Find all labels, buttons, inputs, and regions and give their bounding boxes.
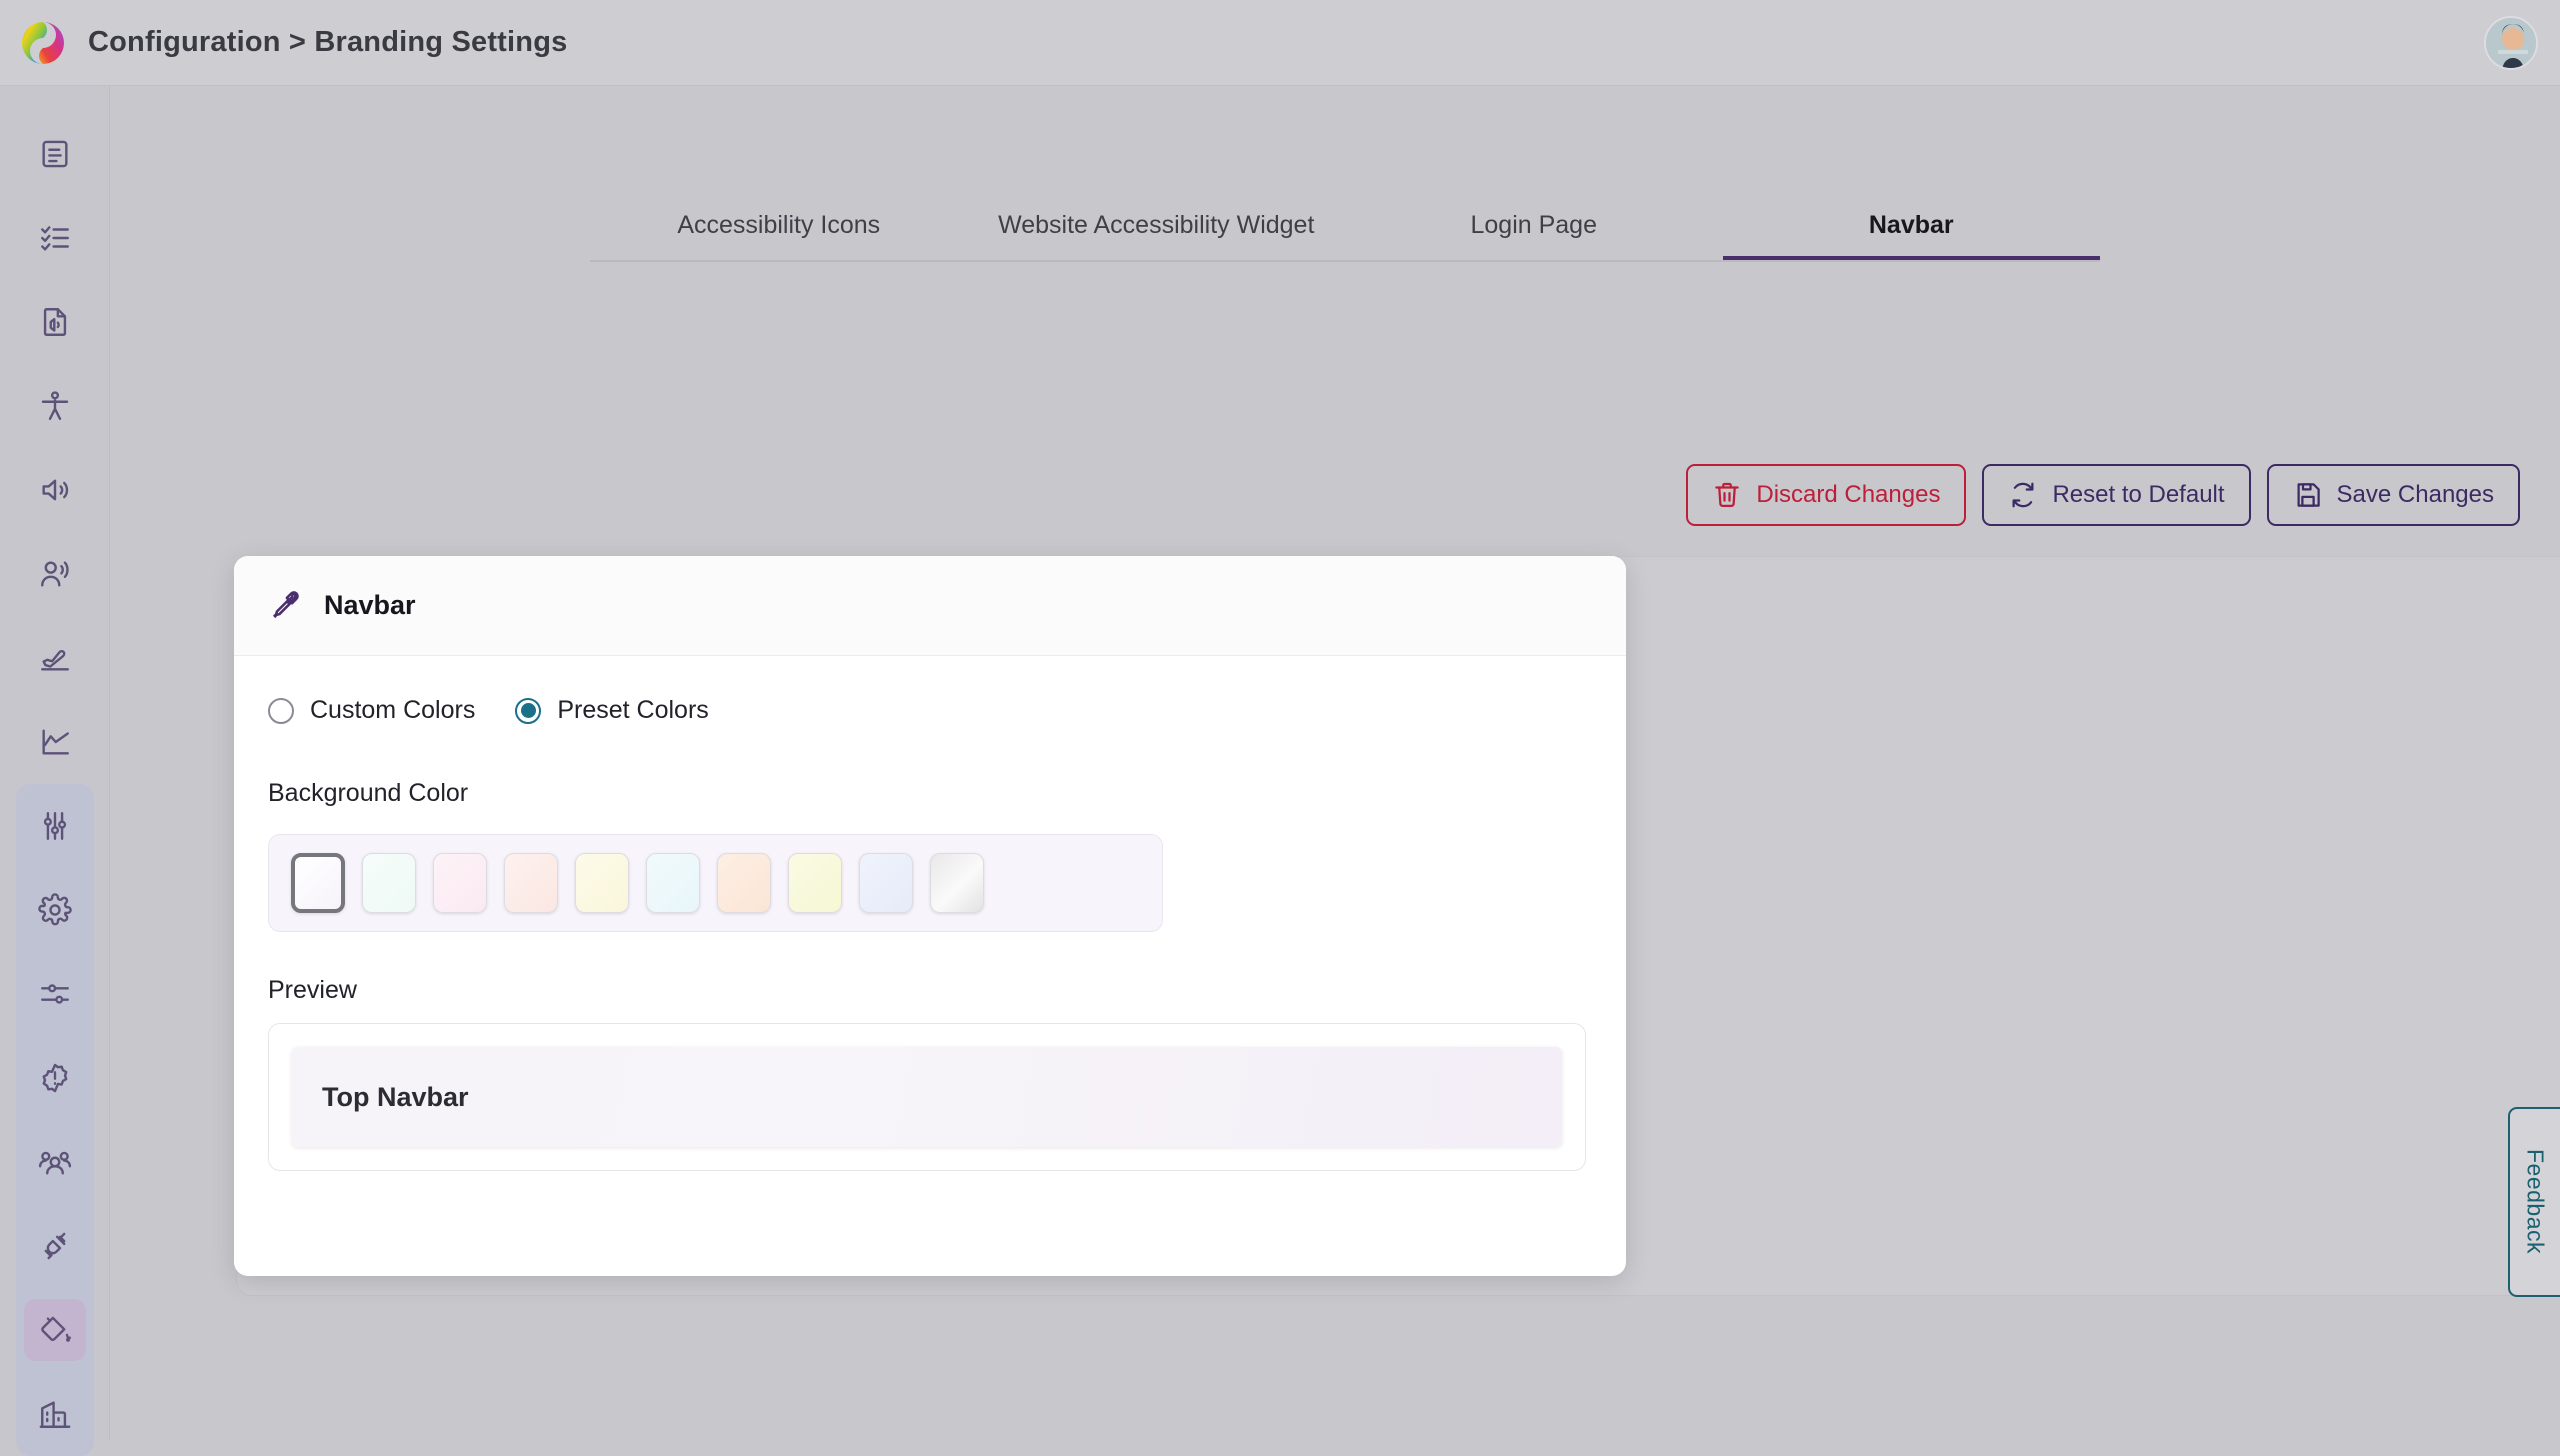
swatch-pale-yellow[interactable]: [788, 853, 842, 913]
breadcrumb: Configuration > Branding Settings: [88, 26, 568, 58]
tab-login-page[interactable]: Login Page: [1345, 211, 1723, 260]
building-icon: [39, 1401, 70, 1428]
audio-file-icon: [43, 308, 66, 336]
sidebar-item-voice[interactable]: [24, 543, 86, 605]
feedback-tab[interactable]: Feedback: [2508, 1107, 2560, 1297]
eyedropper-icon: [273, 590, 299, 618]
sidebar-item-controls[interactable]: [24, 795, 86, 857]
airplane-takeoff-icon: [40, 650, 69, 671]
swatch-periwinkle[interactable]: [859, 853, 913, 913]
paint-bucket-icon: [40, 1316, 71, 1342]
sidebar-item-audio[interactable]: [24, 459, 86, 521]
sidebar-item-settings[interactable]: [24, 879, 86, 941]
swatch-mint[interactable]: [362, 853, 416, 913]
radio-preset-colors-dot: [515, 697, 542, 724]
sidebar-item-audio-files[interactable]: [24, 291, 86, 353]
card-body: Custom Colors Preset Colors Background C…: [234, 656, 1626, 1171]
navbar-settings-card: Navbar Custom Colors Preset Colors Backg…: [234, 556, 1626, 1276]
avatar[interactable]: [2484, 16, 2538, 70]
chart-line-icon: [41, 729, 69, 755]
trash-icon: [1715, 482, 1740, 508]
sidebar-item-users[interactable]: [24, 1131, 86, 1193]
preview-navbar: Top Navbar: [292, 1047, 1562, 1147]
color-mode-radio-group: Custom Colors Preset Colors: [268, 696, 1592, 725]
swatch-apricot[interactable]: [717, 853, 771, 913]
refresh-icon: [2012, 482, 2034, 508]
sliders-vertical-icon: [43, 812, 66, 840]
sidebar-item-preferences[interactable]: [24, 963, 86, 1025]
speaker-volume-icon: [41, 479, 68, 501]
save-disk-icon: [2297, 483, 2320, 507]
sidebar-item-integrations[interactable]: [24, 1215, 86, 1277]
preview-label: Preview: [268, 976, 357, 1004]
sidebar-item-branding[interactable]: [23, 1299, 86, 1361]
swatch-blush[interactable]: [504, 853, 558, 913]
main-content: Accessibility Icons Website Accessibilit…: [110, 86, 2560, 1440]
swatch-cream[interactable]: [575, 853, 629, 913]
accessibility-person-icon: [41, 391, 68, 420]
preview-container: Top Navbar: [268, 1023, 1586, 1171]
sidebar: [0, 86, 110, 1456]
swatch-white-lavender[interactable]: [291, 853, 345, 913]
save-changes-button[interactable]: Save Changes: [2266, 464, 2520, 526]
sidebar-group-primary: [16, 112, 94, 784]
discard-changes-label: Discard Changes: [1756, 481, 1941, 508]
radio-custom-colors-dot: [268, 697, 294, 724]
brand-swirl-logo[interactable]: [18, 18, 68, 68]
sidebar-group-configuration: [15, 784, 94, 1456]
swatch-ice-blue[interactable]: [646, 853, 700, 913]
feedback-label: Feedback: [2522, 1149, 2549, 1255]
save-changes-label: Save Changes: [2336, 481, 2494, 508]
tab-navbar[interactable]: Navbar: [1723, 211, 2101, 260]
sidebar-item-launch[interactable]: [24, 627, 86, 689]
radio-custom-colors[interactable]: Custom Colors: [268, 696, 475, 725]
reset-to-default-button[interactable]: Reset to Default: [1982, 464, 2251, 526]
radio-preset-colors[interactable]: Preset Colors: [515, 696, 709, 725]
tab-accessibility-icons[interactable]: Accessibility Icons: [590, 211, 968, 260]
user-avatar-photo: [2486, 18, 2536, 68]
gear-icon: [37, 893, 72, 926]
document-report-icon: [41, 140, 68, 168]
sidebar-item-analytics[interactable]: [24, 711, 86, 773]
background-color-swatch-list: [268, 834, 1163, 932]
checklist-icon: [40, 226, 69, 251]
top-bar: Configuration > Branding Settings: [0, 0, 2560, 86]
discard-changes-button[interactable]: Discard Changes: [1686, 464, 1967, 526]
sidebar-item-organization[interactable]: [24, 1383, 86, 1445]
preview-navbar-text: Top Navbar: [322, 1081, 469, 1112]
sidebar-item-tasks[interactable]: [24, 207, 86, 269]
person-speaking-icon: [40, 561, 69, 587]
sidebar-item-accessibility[interactable]: [24, 375, 86, 437]
background-color-label: Background Color: [268, 779, 469, 807]
reset-to-default-label: Reset to Default: [2052, 481, 2225, 508]
alert-badge-icon: [42, 1063, 67, 1093]
card-title: Navbar: [324, 590, 416, 620]
users-group-icon: [38, 1151, 71, 1175]
sidebar-item-alerts[interactable]: [24, 1047, 86, 1109]
tab-website-accessibility-widget[interactable]: Website Accessibility Widget: [968, 211, 1346, 260]
sliders-horizontal-icon: [40, 984, 69, 1004]
action-button-group: Discard Changes Reset to Default Save Ch…: [1686, 464, 2520, 526]
swatch-gray[interactable]: [930, 853, 984, 913]
radio-preset-colors-label: Preset Colors: [557, 696, 709, 724]
card-header: Navbar: [234, 556, 1626, 656]
swatch-pink[interactable]: [433, 853, 487, 913]
tab-bar: Accessibility Icons Website Accessibilit…: [590, 186, 2100, 262]
sidebar-item-reports[interactable]: [24, 123, 86, 185]
plug-connection-icon: [44, 1232, 65, 1260]
radio-custom-colors-label: Custom Colors: [310, 696, 476, 724]
